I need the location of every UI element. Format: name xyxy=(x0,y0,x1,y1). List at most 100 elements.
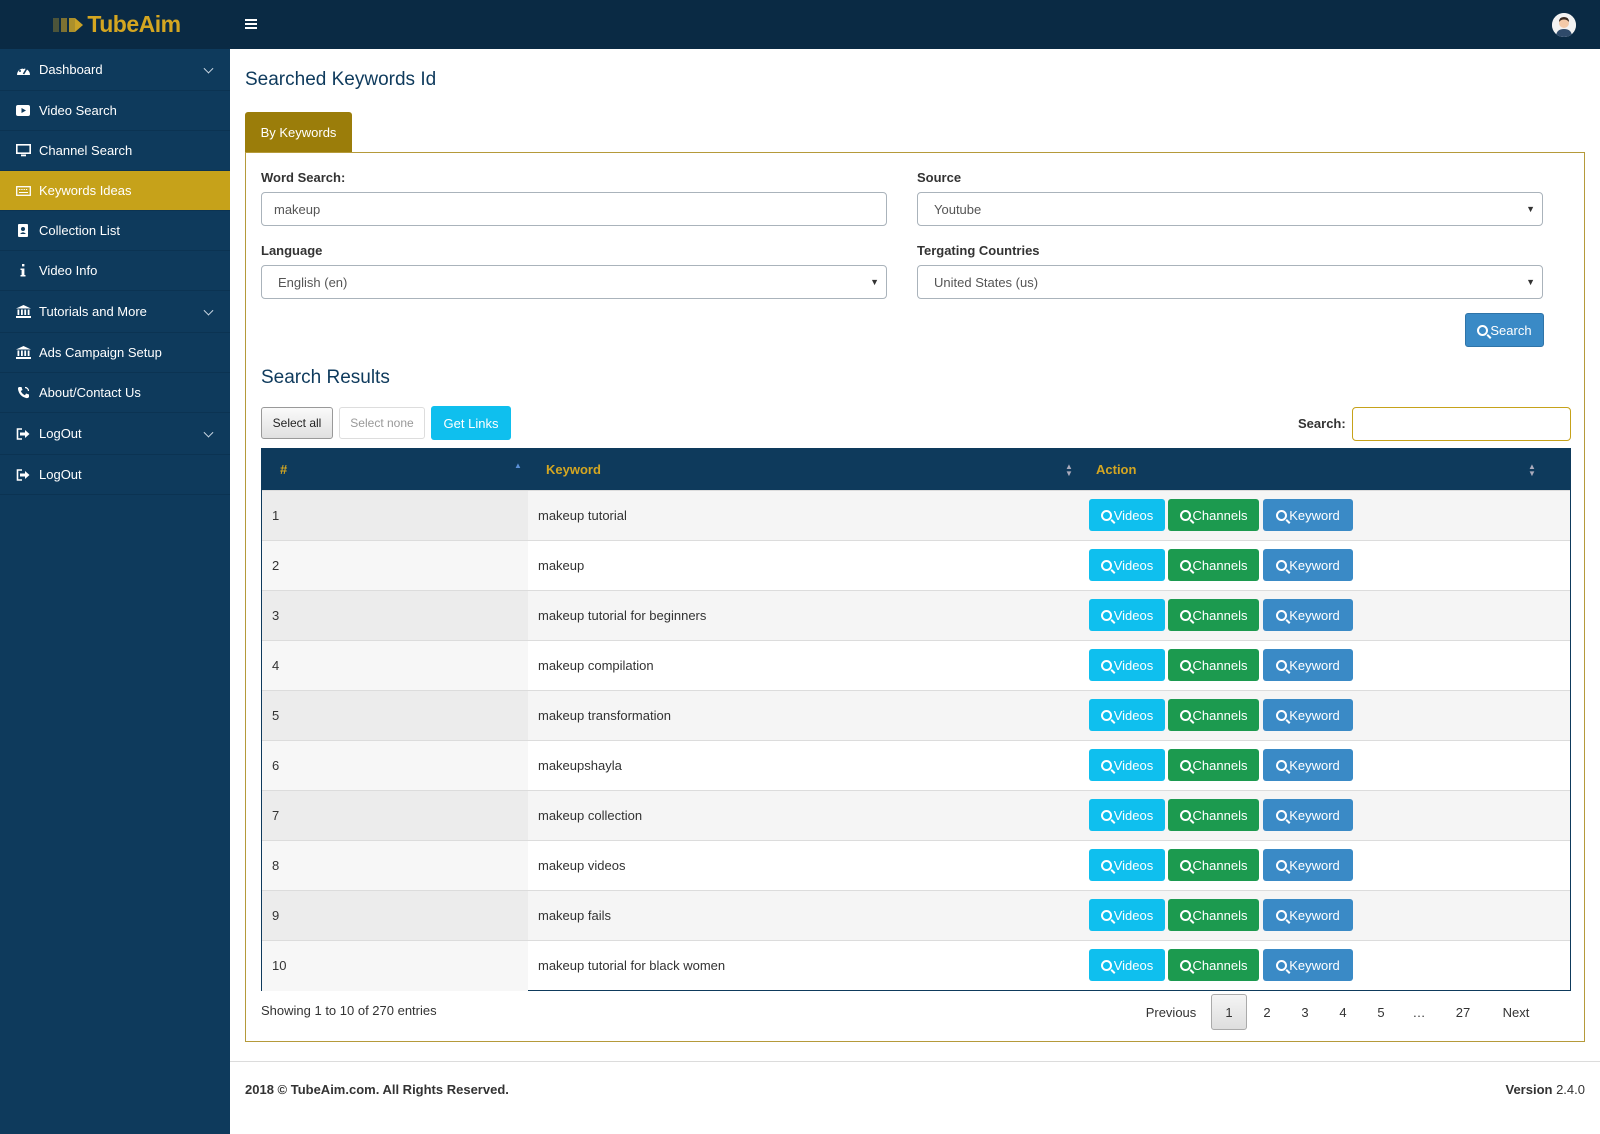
keyword-button[interactable]: Keyword xyxy=(1263,849,1353,881)
channels-button-label: Channels xyxy=(1192,807,1248,823)
sidebar-item-keywords-ideas[interactable]: Keywords Ideas xyxy=(0,171,230,211)
column-header-keyword[interactable]: Keyword xyxy=(546,462,601,477)
table-search-label: Search: xyxy=(1298,416,1346,431)
videos-button-label: Videos xyxy=(1113,607,1154,623)
search-icon xyxy=(1276,709,1288,721)
search-icon xyxy=(1179,659,1191,671)
row-number: 1 xyxy=(272,508,280,523)
keyword-button[interactable]: Keyword xyxy=(1263,599,1353,631)
pagination-page-4[interactable]: 4 xyxy=(1325,994,1361,1030)
channels-button-label: Channels xyxy=(1192,707,1248,723)
hamburger-menu-icon[interactable] xyxy=(245,19,257,29)
videos-button[interactable]: Videos xyxy=(1089,599,1165,631)
keyword-button-label: Keyword xyxy=(1289,557,1340,573)
sidebar-item-video-info[interactable]: Video Info xyxy=(0,251,230,291)
search-icon xyxy=(1276,659,1288,671)
pagination-next[interactable]: Next xyxy=(1491,994,1541,1030)
channels-button[interactable]: Channels xyxy=(1168,749,1259,781)
sort-both-icon[interactable]: ▲ ▼ xyxy=(1528,463,1536,478)
pagination-page-1[interactable]: 1 xyxy=(1211,994,1247,1030)
chevron-down-icon xyxy=(203,427,214,438)
videos-button[interactable]: Videos xyxy=(1089,899,1165,931)
keyword-button[interactable]: Keyword xyxy=(1263,749,1353,781)
sort-asc-icon[interactable]: ▲ xyxy=(514,462,522,470)
videos-button[interactable]: Videos xyxy=(1089,699,1165,731)
keyword-button[interactable]: Keyword xyxy=(1263,799,1353,831)
column-header-action[interactable]: Action xyxy=(1096,462,1136,477)
sidebar-item-dashboard[interactable]: Dashboard xyxy=(0,49,230,91)
row-number: 8 xyxy=(272,858,280,873)
channels-button[interactable]: Channels xyxy=(1168,549,1259,581)
channels-button[interactable]: Channels xyxy=(1168,899,1259,931)
column-header-num[interactable]: # xyxy=(280,462,287,477)
videos-button[interactable]: Videos xyxy=(1089,949,1165,981)
channels-button[interactable]: Channels xyxy=(1168,499,1259,531)
get-links-button[interactable]: Get Links xyxy=(431,406,511,440)
channels-button[interactable]: Channels xyxy=(1168,699,1259,731)
search-button[interactable]: Search xyxy=(1465,313,1544,347)
row-number-cell: 3 xyxy=(262,591,528,641)
row-number-cell: 5 xyxy=(262,691,528,741)
sidebar-item-video-search[interactable]: Video Search xyxy=(0,91,230,131)
keyword-button[interactable]: Keyword xyxy=(1263,549,1353,581)
channels-button[interactable]: Channels xyxy=(1168,949,1259,981)
brand-mark-icon xyxy=(49,14,84,36)
channels-button[interactable]: Channels xyxy=(1168,649,1259,681)
channels-button[interactable]: Channels xyxy=(1168,849,1259,881)
sidebar-item-ads-campaign[interactable]: Ads Campaign Setup xyxy=(0,333,230,373)
row-keyword: makeup compilation xyxy=(538,658,654,673)
channels-button-label: Channels xyxy=(1192,957,1248,973)
pagination-page-27[interactable]: 27 xyxy=(1443,994,1483,1030)
channels-button[interactable]: Channels xyxy=(1168,599,1259,631)
pagination-page-2[interactable]: 2 xyxy=(1249,994,1285,1030)
table-search-input[interactable] xyxy=(1352,407,1571,441)
countries-select[interactable]: United States (us) ▼ xyxy=(917,265,1543,299)
pagination-page-5[interactable]: 5 xyxy=(1363,994,1399,1030)
videos-button[interactable]: Videos xyxy=(1089,549,1165,581)
user-avatar[interactable] xyxy=(1552,13,1576,37)
video-icon xyxy=(15,104,31,118)
select-all-button[interactable]: Select all xyxy=(261,407,333,439)
videos-button-label: Videos xyxy=(1113,557,1154,573)
sidebar-item-channel-search[interactable]: Channel Search xyxy=(0,131,230,171)
search-icon xyxy=(1100,809,1112,821)
keyword-button-label: Keyword xyxy=(1289,607,1340,623)
videos-button[interactable]: Videos xyxy=(1089,499,1165,531)
keyword-button[interactable]: Keyword xyxy=(1263,649,1353,681)
videos-button[interactable]: Videos xyxy=(1089,649,1165,681)
keyword-button[interactable]: Keyword xyxy=(1263,899,1353,931)
select-none-button[interactable]: Select none xyxy=(339,407,425,439)
search-icon xyxy=(1179,509,1191,521)
sidebar-item-collection-list[interactable]: Collection List xyxy=(0,211,230,251)
sort-both-icon[interactable]: ▲ ▼ xyxy=(1065,463,1073,478)
pagination-previous[interactable]: Previous xyxy=(1141,994,1201,1030)
search-icon xyxy=(1100,509,1112,521)
source-select[interactable]: Youtube ▼ xyxy=(917,192,1543,226)
row-number-cell: 6 xyxy=(262,741,528,791)
videos-button-label: Videos xyxy=(1113,657,1154,673)
sidebar-item-logout[interactable]: LogOut xyxy=(0,413,230,455)
chevron-down-icon xyxy=(203,63,214,74)
row-keyword: makeup fails xyxy=(538,908,611,923)
search-icon xyxy=(1100,859,1112,871)
table-row: 8 makeup videos Videos Channels Keyword xyxy=(262,840,1570,891)
version-value: 2.4.0 xyxy=(1556,1082,1585,1097)
channels-button-label: Channels xyxy=(1192,657,1248,673)
sidebar-item-about-contact[interactable]: About/Contact Us xyxy=(0,373,230,413)
keyword-button[interactable]: Keyword xyxy=(1263,949,1353,981)
tab-by-keywords[interactable]: By Keywords xyxy=(245,112,352,152)
table-row: 9 makeup fails Videos Channels Keyword xyxy=(262,890,1570,941)
videos-button[interactable]: Videos xyxy=(1089,799,1165,831)
keyword-button[interactable]: Keyword xyxy=(1263,499,1353,531)
sidebar-item-logout[interactable]: LogOut xyxy=(0,455,230,495)
channels-button[interactable]: Channels xyxy=(1168,799,1259,831)
sidebar-item-tutorials[interactable]: Tutorials and More xyxy=(0,291,230,333)
brand-logo[interactable]: TubeAim xyxy=(0,0,230,49)
word-search-value: makeup xyxy=(274,201,321,217)
videos-button[interactable]: Videos xyxy=(1089,849,1165,881)
pagination-page-3[interactable]: 3 xyxy=(1287,994,1323,1030)
videos-button[interactable]: Videos xyxy=(1089,749,1165,781)
language-select[interactable]: English (en) ▼ xyxy=(261,265,887,299)
word-search-input[interactable]: makeup xyxy=(261,192,887,226)
keyword-button[interactable]: Keyword xyxy=(1263,699,1353,731)
